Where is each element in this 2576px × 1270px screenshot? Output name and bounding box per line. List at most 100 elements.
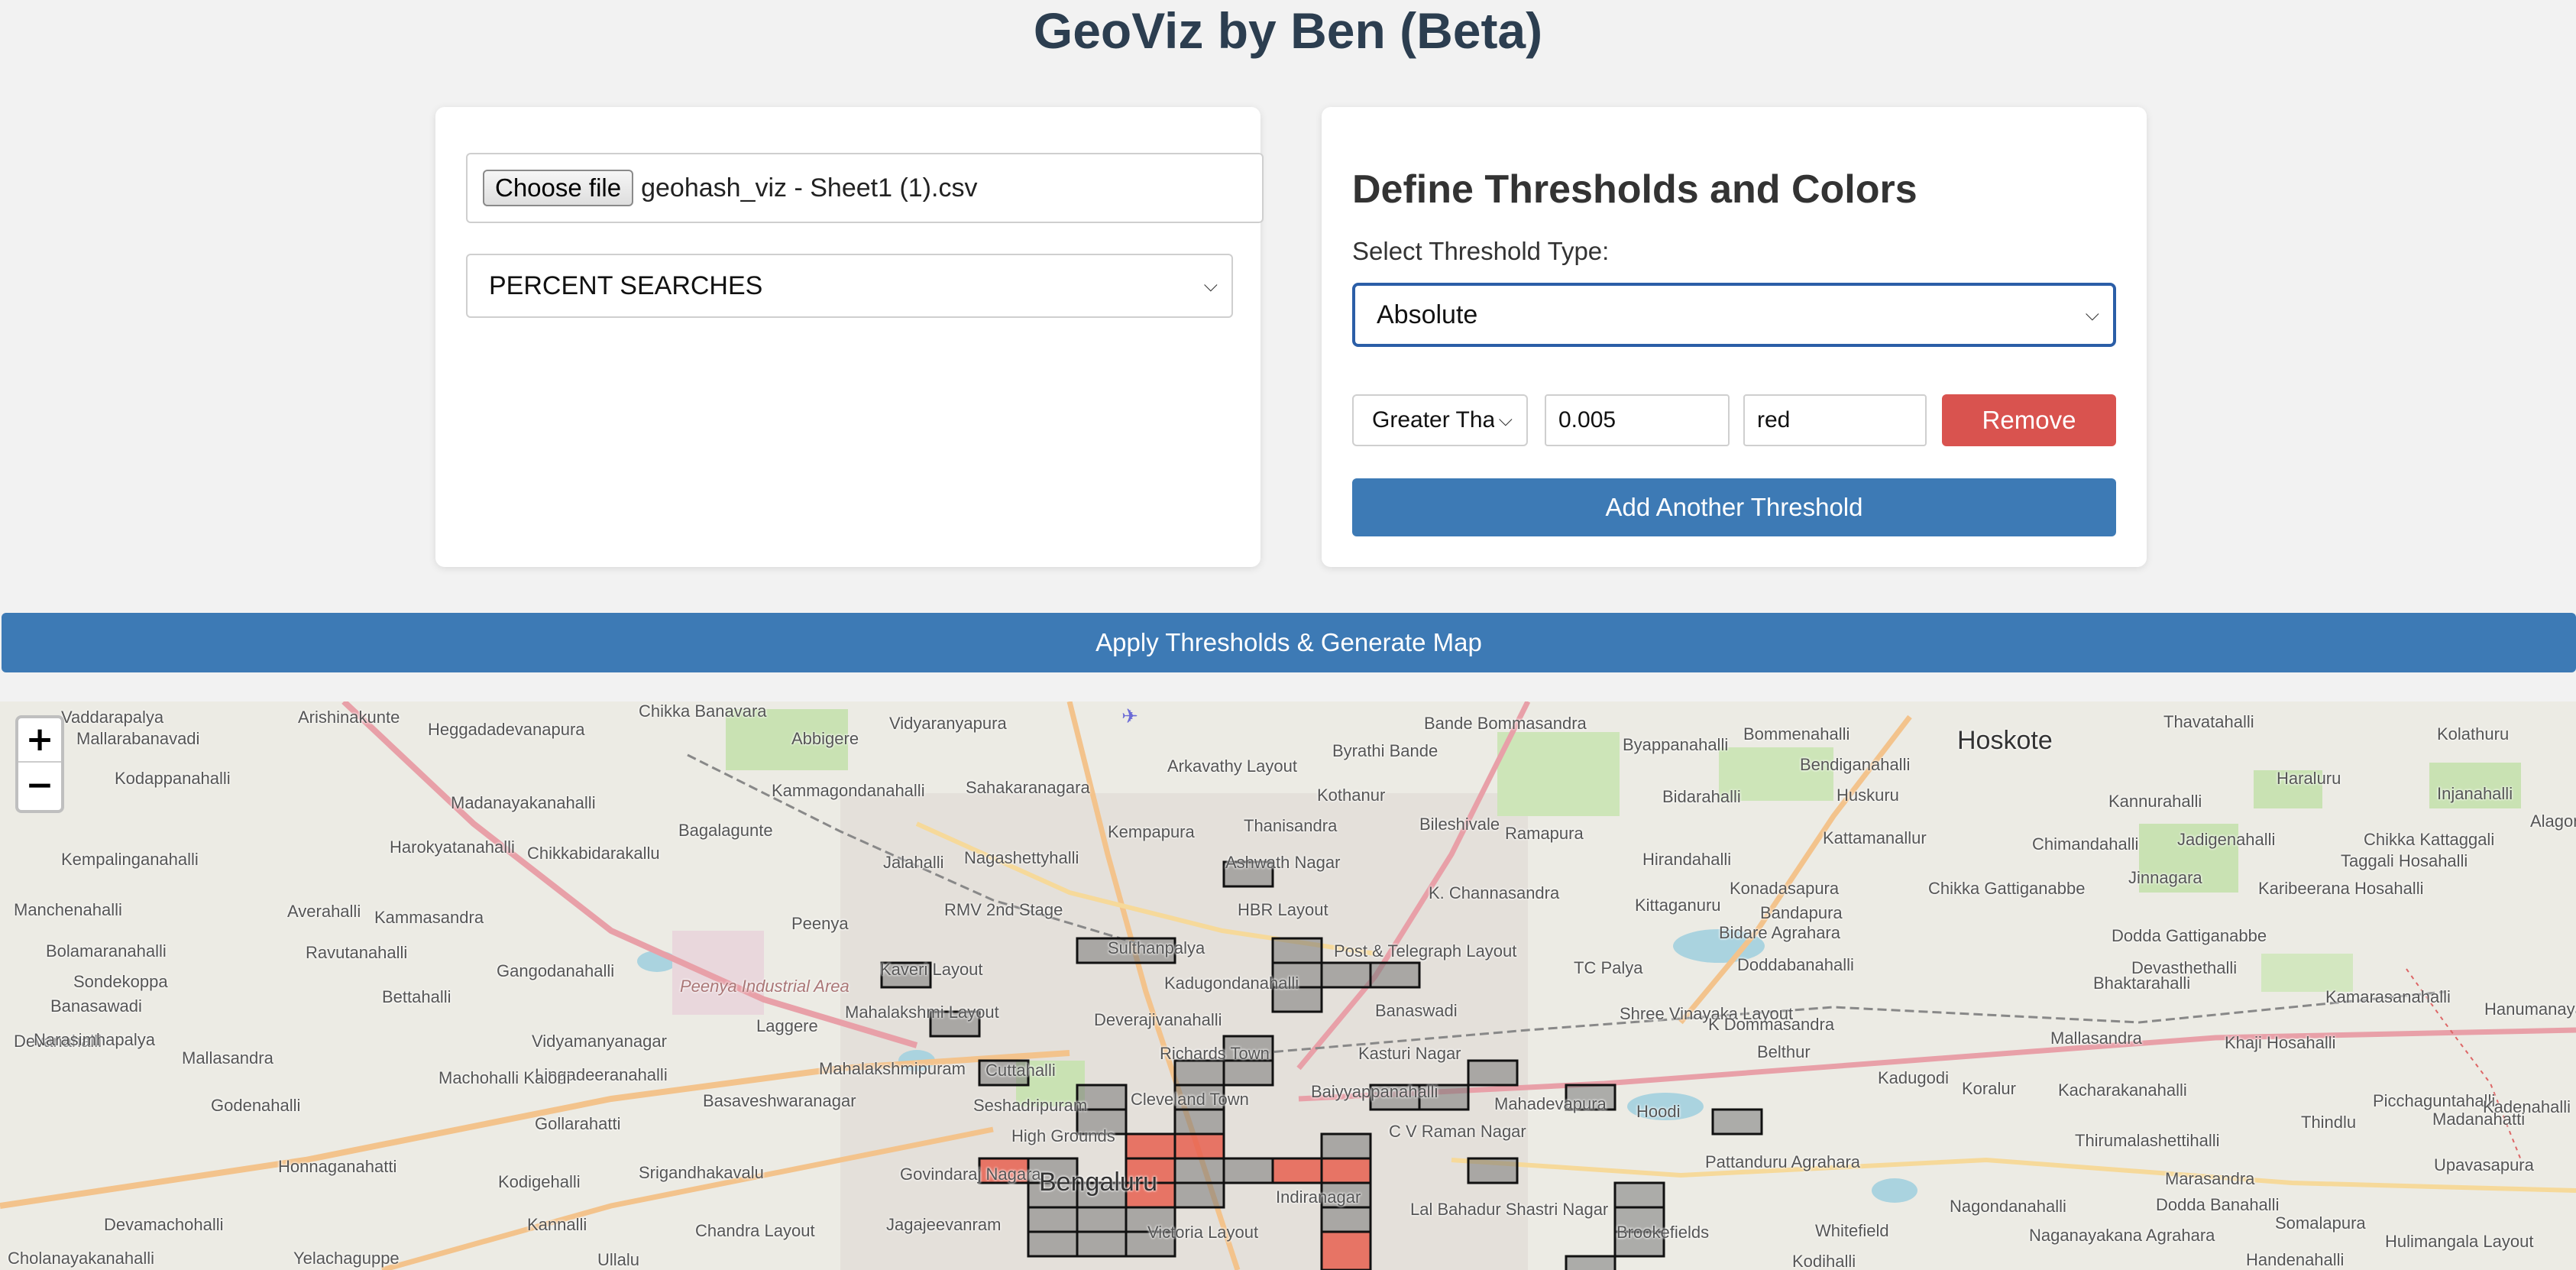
place-label: Sulthanpalya xyxy=(1108,938,1205,957)
place-label: Jinnagara xyxy=(2128,868,2202,887)
place-label: Baiyyappanahalli xyxy=(1311,1082,1438,1101)
place-label: RMV 2nd Stage xyxy=(944,900,1063,919)
place-label: High Grounds xyxy=(1011,1126,1115,1145)
place-label: Laggere xyxy=(756,1016,818,1035)
place-label: Doddabanahalli xyxy=(1737,955,1854,974)
place-label: Arishinakunte xyxy=(298,708,400,727)
place-label: Ullalu xyxy=(597,1250,640,1269)
place-label: Mallasandra xyxy=(182,1048,273,1068)
place-label: Kammagondanahalli xyxy=(772,781,925,800)
place-label: Gollarahatti xyxy=(535,1114,621,1133)
place-label: Alagondana xyxy=(2530,812,2576,831)
place-label: Byrathi Bande xyxy=(1332,741,1438,760)
place-label: Hoskote xyxy=(1957,726,2053,755)
place-label: Manchenahalli xyxy=(14,900,122,919)
place-label: Thindlu xyxy=(2301,1113,2357,1132)
place-label: Chandra Layout xyxy=(695,1221,815,1240)
svg-text:✈: ✈ xyxy=(1121,705,1138,728)
place-label: Kannalli xyxy=(527,1215,587,1234)
place-label: Ramapura xyxy=(1505,824,1584,843)
place-label: Bileshivale xyxy=(1419,815,1500,834)
place-label: Dodda Banahalli xyxy=(2156,1195,2280,1214)
condition-select-value: Greater Thar xyxy=(1372,407,1494,433)
place-label: Kodigehalli xyxy=(498,1172,581,1191)
place-label: HBR Layout xyxy=(1238,900,1328,919)
threshold-color-input[interactable] xyxy=(1743,394,1927,446)
place-label: Taggali Hosahalli xyxy=(2341,851,2468,870)
place-label: Marasandra xyxy=(2165,1169,2255,1188)
place-label: Banaswadi xyxy=(1375,1001,1458,1020)
metric-select[interactable]: PERCENT SEARCHES ⌵ xyxy=(466,254,1233,318)
place-label: Hanumanayaka xyxy=(2484,999,2576,1019)
place-label: Brookefields xyxy=(1616,1223,1710,1242)
zoom-out-button[interactable]: − xyxy=(18,764,61,808)
place-label: Picchaguntahalli xyxy=(2373,1091,2496,1110)
place-label: Bhaktarahalli xyxy=(2093,974,2191,993)
remove-threshold-button[interactable]: Remove xyxy=(1942,394,2116,446)
place-label: Honnaganahatti xyxy=(278,1157,397,1176)
threshold-type-select[interactable]: Absolute ⌵ xyxy=(1352,283,2116,347)
place-label: Mallarabanavadi xyxy=(76,729,200,748)
place-label: Chikka Kattaggali xyxy=(2364,830,2495,849)
place-label: Ravutanahalli xyxy=(306,943,408,962)
place-label: Belthur xyxy=(1757,1042,1811,1061)
threshold-value-input[interactable] xyxy=(1545,394,1730,446)
place-label: Kaveri Layout xyxy=(880,960,983,979)
place-label: Konadasapura xyxy=(1730,879,1840,898)
threshold-type-value: Absolute xyxy=(1377,300,1478,329)
place-label: Bolamaranahalli xyxy=(46,941,167,961)
place-label: Vidyamanyanagar xyxy=(532,1032,667,1051)
place-label: Devamachohalli xyxy=(104,1215,224,1234)
place-label: Hoodi xyxy=(1636,1102,1681,1121)
place-label: Chikka Gattiganabbe xyxy=(1928,879,2086,898)
place-label: Govindaraj Nagara xyxy=(900,1165,1041,1184)
choose-file-button[interactable]: Choose file xyxy=(483,170,634,206)
place-label: Jagajeevanram xyxy=(886,1215,1002,1234)
place-label: Cuttahalli xyxy=(985,1061,1056,1080)
place-label: Jadigenahalli xyxy=(2177,830,2276,849)
thresholds-panel: Define Thresholds and Colors Select Thre… xyxy=(1322,107,2147,567)
place-label: Heggadadevanapura xyxy=(428,720,585,739)
place-label: Mahalakshmipuram xyxy=(819,1059,966,1078)
place-label: Hulimangala Layout xyxy=(2385,1232,2534,1251)
add-threshold-button[interactable]: Add Another Threshold xyxy=(1352,478,2116,536)
place-label: Kodihalli xyxy=(1792,1252,1856,1270)
place-label: Seshadripuram xyxy=(973,1096,1088,1115)
place-label: Pattanduru Agrahara xyxy=(1705,1152,1861,1171)
place-label: Madanahatti xyxy=(2432,1110,2526,1129)
place-label: Nagondanahalli xyxy=(1950,1197,2066,1216)
place-label: Kattamanallur xyxy=(1823,828,1927,847)
place-label: Kamarasanahalli xyxy=(2325,987,2451,1006)
file-input[interactable]: Choose file geohash_viz - Sheet1 (1).csv xyxy=(466,153,1264,223)
map-view[interactable]: ✈ Vaddarapalya Arishinakunte Heggadadeva… xyxy=(0,701,2576,1270)
place-label: K. Channasandra xyxy=(1429,883,1560,902)
place-label: Bommenahalli xyxy=(1743,724,1850,744)
place-label: Post & Telegraph Layout xyxy=(1334,941,1517,961)
place-label: Kodappanahalli xyxy=(115,769,231,788)
place-label: Koralur xyxy=(1962,1079,2016,1098)
place-label: Kammasandra xyxy=(374,908,484,927)
place-label: Chikkabidarakallu xyxy=(527,844,660,863)
condition-select[interactable]: Greater Thar ⌵ xyxy=(1352,394,1528,446)
apply-thresholds-button[interactable]: Apply Thresholds & Generate Map xyxy=(2,613,2576,672)
place-label: Srigandhakavalu xyxy=(639,1163,764,1182)
place-label: Thirumalashettihalli xyxy=(2075,1131,2220,1150)
place-label: Kannurahalli xyxy=(2108,792,2202,811)
place-label: Chimandahalli xyxy=(2032,834,2139,854)
place-label: Ashwath Nagar xyxy=(1225,853,1341,872)
place-label: Bengaluru xyxy=(1039,1168,1158,1197)
place-label: Upavasapura xyxy=(2434,1155,2534,1174)
zoom-in-button[interactable]: + xyxy=(18,718,61,763)
place-label: Whitefield xyxy=(1815,1221,1889,1240)
place-label: Cholanayakanahalli xyxy=(8,1249,155,1268)
place-label: Peenya xyxy=(791,914,849,933)
place-label: Handenahalli xyxy=(2246,1250,2345,1269)
place-label: Kittaganuru xyxy=(1635,896,1721,915)
place-label: TC Palya xyxy=(1574,958,1643,977)
metric-select-value: PERCENT SEARCHES xyxy=(489,271,763,300)
place-label: Godenahalli xyxy=(211,1096,301,1115)
place-label: Kolathuru xyxy=(2437,724,2510,744)
place-label: Somalapura xyxy=(2275,1213,2366,1233)
place-label: Injanahalli xyxy=(2437,784,2513,803)
threshold-type-label: Select Threshold Type: xyxy=(1352,237,1610,265)
